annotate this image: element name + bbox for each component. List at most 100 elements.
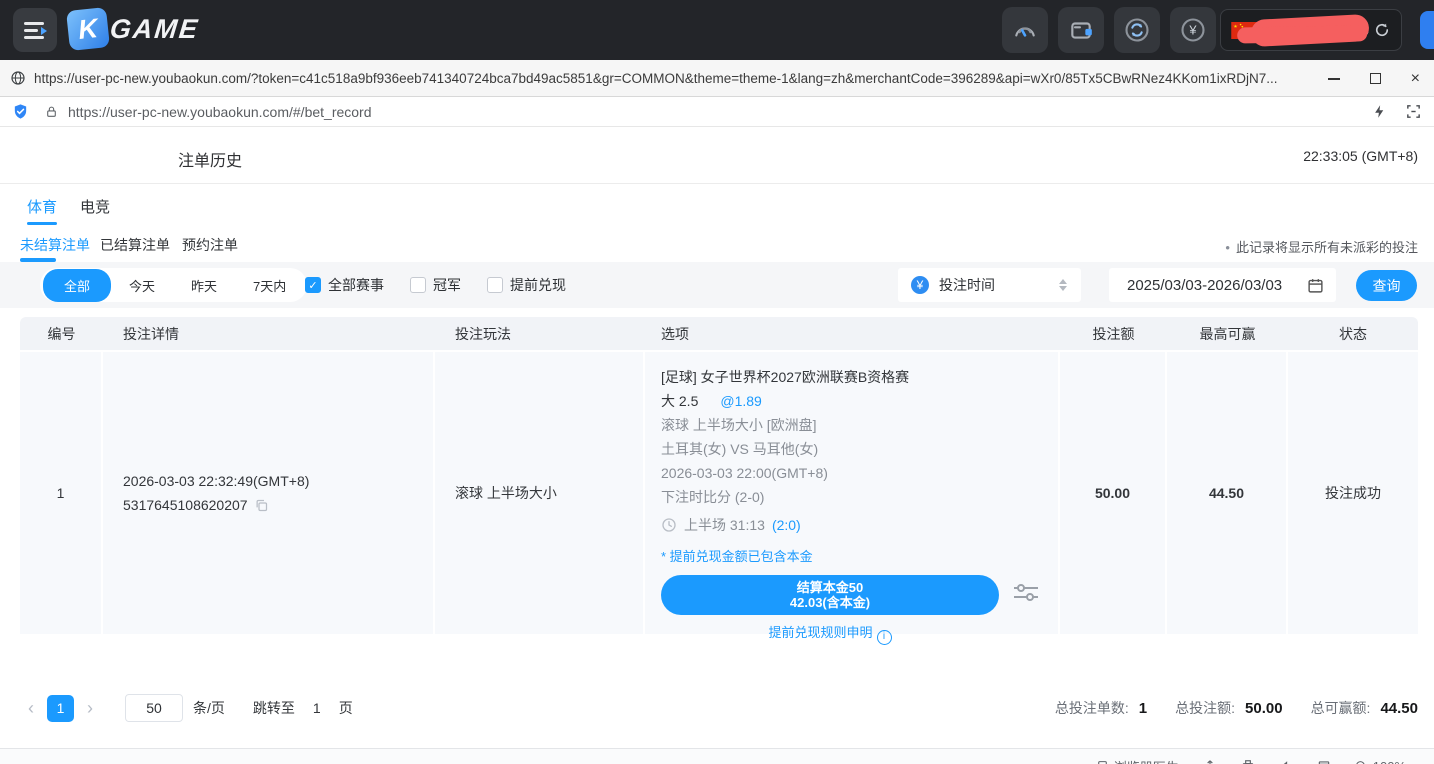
market-type: 滚球 上半场大小 [欧洲盘] (661, 413, 1042, 437)
window-minimize-button[interactable] (1328, 78, 1340, 80)
quick-today[interactable]: 今天 (111, 269, 173, 302)
lock-icon (45, 105, 58, 119)
sort-by-select[interactable]: ¥ 投注时间 (898, 268, 1081, 302)
browser-doctor-button[interactable]: 浏览器医生 (1096, 757, 1179, 764)
browser-status-bar: 浏览器医生 100% (0, 748, 1434, 764)
totals-summary: 总投注单数: 1 总投注额: 50.00 总可赢额: 44.50 (1055, 690, 1418, 726)
window-close-button[interactable]: × (1411, 71, 1420, 87)
refresh-balance-icon[interactable] (1373, 21, 1391, 39)
quick-7days[interactable]: 7天内 (235, 269, 304, 302)
page-header: 注单历史 22:33:05 (GMT+8) (0, 127, 1434, 184)
address-url-text[interactable]: https://user-pc-new.youbaokun.com/#/bet_… (68, 104, 372, 120)
currency-yen-icon: ¥ (1179, 16, 1207, 44)
col-bet-detail: 投注详情 (103, 317, 435, 350)
page-number-button[interactable]: 1 (47, 695, 74, 722)
doctor-badge-icon (1096, 760, 1109, 764)
match-teams: 土耳其(女) VS 马耳他(女) (661, 437, 1042, 461)
table-row: 1 2026-03-03 22:32:49(GMT+8) 53176451086… (20, 352, 1418, 634)
row-option: [足球] 女子世界杯2027欧洲联赛B资格赛 大 2.5 @1.89 滚球 上半… (645, 352, 1060, 634)
prev-page-button[interactable]: ‹ (28, 698, 34, 719)
search-button[interactable]: 查询 (1356, 270, 1417, 301)
pagination-row: ‹ 1 › 条/页 跳转至 1 页 总投注单数: 1 总投注额: 50.00 总… (0, 690, 1434, 726)
row-status: 投注成功 (1288, 352, 1418, 634)
lightning-icon[interactable] (1372, 103, 1387, 120)
quick-date-group: 全部 今天 昨天 7天内 (40, 268, 307, 302)
col-amount: 投注额 (1060, 317, 1167, 350)
balance-pill[interactable]: 00 (1220, 9, 1402, 51)
checkbox-cashout[interactable]: 提前兑现 (487, 275, 566, 295)
row-id: 1 (20, 352, 103, 634)
bet-time: 2026-03-03 22:32:49(GMT+8) (123, 473, 433, 489)
match-time: 2026-03-03 22:00(GMT+8) (661, 461, 1042, 485)
col-play-type: 投注玩法 (435, 317, 645, 350)
main-tabs: 体育 电竞 (0, 184, 1434, 229)
network-speed-button[interactable] (1002, 7, 1048, 53)
window-maximize-button[interactable] (1370, 73, 1381, 84)
cashout-note: * 提前兑现金额已包含本金 (661, 545, 1042, 569)
sliders-icon[interactable] (1013, 581, 1039, 603)
col-option: 选项 (645, 317, 1060, 350)
league-name: [足球] 女子世界杯2027欧洲联赛B资格赛 (661, 365, 1042, 389)
shield-check-icon[interactable] (12, 103, 29, 120)
row-amount: 50.00 (1060, 352, 1167, 634)
fullscreen-icon[interactable] (1405, 103, 1422, 120)
gauge-icon (1012, 17, 1038, 43)
checkbox-unchecked-icon (410, 277, 426, 293)
total-count-value: 1 (1139, 700, 1147, 717)
date-range-input[interactable]: 2025/03/03-2026/03/03 (1109, 268, 1336, 302)
quick-yesterday[interactable]: 昨天 (173, 269, 235, 302)
logo-word: GAME (108, 14, 200, 45)
quick-all[interactable]: 全部 (43, 269, 111, 302)
total-count-label: 总投注单数: (1055, 698, 1129, 718)
total-win-value: 44.50 (1380, 700, 1418, 717)
print-icon[interactable] (1241, 759, 1255, 764)
share-icon[interactable] (1203, 759, 1217, 764)
window-mode-icon[interactable] (1317, 759, 1331, 764)
sync-button[interactable] (1114, 7, 1160, 53)
svg-text:¥: ¥ (1188, 23, 1197, 38)
wallet-icon (1068, 17, 1094, 43)
next-page-button[interactable]: › (87, 698, 93, 719)
checkbox-checked-icon: ✓ (305, 277, 321, 293)
globe-icon (10, 70, 26, 86)
subtab-settled[interactable]: 已结算注单 (100, 235, 170, 255)
menu-button[interactable] (13, 8, 57, 52)
zoom-level: 100% (1373, 759, 1406, 764)
checkbox-champion[interactable]: 冠军 (410, 275, 461, 295)
currency-exchange-button[interactable]: ¥ (1170, 7, 1216, 53)
clock-icon (661, 517, 677, 533)
window-title-bar: https://user-pc-new.youbaokun.com/?token… (0, 60, 1434, 97)
page-title: 注单历史 (178, 147, 242, 171)
wallet-button[interactable] (1058, 7, 1104, 53)
pick-selection: 大 2.5 (661, 389, 698, 413)
record-note: •此记录将显示所有未派彩的投注 (1225, 237, 1418, 256)
row-bet-detail: 2026-03-03 22:32:49(GMT+8) 5317645108620… (103, 352, 435, 634)
cashout-button[interactable]: 结算本金50 42.03(含本金) (661, 575, 999, 615)
copy-icon[interactable] (254, 498, 269, 513)
subtab-reserved[interactable]: 预约注单 (182, 235, 238, 255)
total-win-label: 总可赢额: (1311, 698, 1371, 718)
per-page-label: 条/页 (193, 698, 225, 718)
page-unit-label: 页 (339, 698, 353, 718)
score-at-bet: 下注时比分 (2-0) (661, 485, 1042, 509)
filter-bar: 全部 今天 昨天 7天内 ✓ 全部赛事 冠军 提前兑现 ¥ 投注时间 2025/… (0, 262, 1434, 308)
checkbox-all-events[interactable]: ✓ 全部赛事 (305, 275, 384, 295)
speaker-icon[interactable] (1279, 759, 1293, 764)
cashout-rule-link[interactable]: 提前兑现规则申明i (661, 621, 999, 645)
live-period-time: 上半场 31:13 (684, 513, 765, 537)
page-size-input[interactable] (125, 694, 183, 722)
tab-esports[interactable]: 电竞 (80, 196, 110, 217)
calendar-icon (1307, 277, 1324, 294)
jump-page-value[interactable]: 1 (313, 700, 321, 716)
tab-sports[interactable]: 体育 (27, 196, 57, 217)
col-status: 状态 (1288, 317, 1418, 350)
sync-icon (1123, 16, 1151, 44)
subtab-unsettled[interactable]: 未结算注单 (20, 235, 90, 255)
kgame-logo[interactable]: K GAME (68, 9, 199, 49)
total-amount-label: 总投注额: (1175, 698, 1235, 718)
zoom-control[interactable]: 100% (1355, 759, 1420, 764)
note-bullet: • (1225, 240, 1230, 255)
col-id: 编号 (20, 317, 103, 350)
deposit-button-partial[interactable] (1420, 11, 1434, 49)
row-play-type: 滚球 上半场大小 (435, 352, 645, 634)
